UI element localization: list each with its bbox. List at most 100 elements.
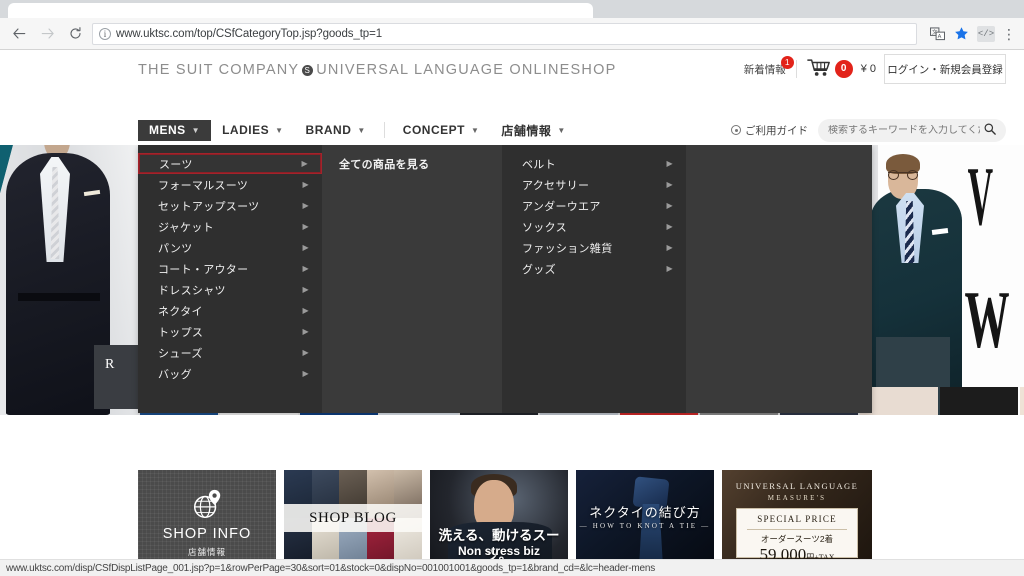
gnav-item-mens[interactable]: MENS ▼ xyxy=(138,119,212,141)
menu-item-view-all-products[interactable]: 全ての商品を見る xyxy=(322,153,502,174)
menu-item-setup-suits[interactable]: セットアップスーツ ▶ xyxy=(138,195,322,216)
menu-item-pants[interactable]: パンツ ▶ xyxy=(138,237,322,258)
menu-item-label: ドレスシャツ xyxy=(158,284,226,297)
hero-carousel[interactable]: R V W スーツ ▶ フォーマルスーツ ▶ セットアップスーツ ▶ ジャケット… xyxy=(0,145,1024,415)
menu-item-label: アンダーウエア xyxy=(522,200,601,213)
site-logo[interactable]: THE SUIT COMPANY S UNIVERSAL LANGUAGE ONLI… xyxy=(138,62,616,78)
menu-item-label: シューズ xyxy=(158,347,203,360)
forward-button[interactable] xyxy=(36,23,58,45)
menu-item-dress-shirts[interactable]: ドレスシャツ ▶ xyxy=(138,279,322,300)
carousel-thumbnail[interactable] xyxy=(1020,387,1024,415)
menu-item-suits[interactable]: スーツ ▶ xyxy=(138,153,322,174)
banner-shop-blog[interactable]: SHOP BLOG xyxy=(284,470,422,566)
browser-tab-active[interactable] xyxy=(8,3,593,18)
svg-text:A: A xyxy=(938,34,942,40)
menu-item-bags[interactable]: バッグ ▶ xyxy=(138,363,322,384)
page-viewport: THE SUIT COMPANY S UNIVERSAL LANGUAGE ONLI… xyxy=(0,50,1024,576)
hero-left-card: R xyxy=(94,345,138,409)
menu-item-belts[interactable]: ベルト ▶ xyxy=(502,153,686,174)
gnav-item-ladies[interactable]: LADIES ▼ xyxy=(211,120,294,141)
menu-item-label: バッグ xyxy=(158,368,192,381)
login-register-button[interactable]: ログイン・新規会員登録 xyxy=(884,54,1006,84)
chevron-down-icon: ▼ xyxy=(357,125,366,135)
hero-image-left[interactable]: R xyxy=(0,145,140,415)
menu-item-label: グッズ xyxy=(522,263,556,276)
guide-icon xyxy=(731,125,741,135)
brand-name-secondary: UNIVERSAL LANGUAGE ONLINESHOP xyxy=(316,62,617,78)
cart-total-price: ¥ 0 xyxy=(860,63,876,75)
banner-non-stress-biz[interactable]: 洗える、動けるスーツ。 Non stress biz xyxy=(430,470,568,566)
hero-left-figure: R xyxy=(0,145,140,415)
address-bar[interactable]: i www.uktsc.com/top/CSfCategoryTop.jsp?g… xyxy=(92,22,917,45)
banner-shop-info[interactable]: SHOP INFO 店舗情報 xyxy=(138,470,276,566)
menu-item-coats-outer[interactable]: コート・アウター ▶ xyxy=(138,258,322,279)
site-header: THE SUIT COMPANY S UNIVERSAL LANGUAGE ONLI… xyxy=(0,50,1024,115)
mega-menu-column-2-list: 全ての商品を見る xyxy=(322,145,502,174)
cart-link[interactable]: 0 ¥ 0 xyxy=(806,58,876,80)
menu-item-label: パンツ xyxy=(158,242,193,255)
menu-item-formal-suits[interactable]: フォーマルスーツ ▶ xyxy=(138,174,322,195)
menu-item-goods[interactable]: グッズ ▶ xyxy=(502,258,686,279)
menu-item-label: フォーマルスーツ xyxy=(158,179,249,192)
reload-button[interactable] xyxy=(64,23,86,45)
menu-item-shoes[interactable]: シューズ ▶ xyxy=(138,342,322,363)
menu-item-jackets[interactable]: ジャケット ▶ xyxy=(138,216,322,237)
menu-pointer-notch xyxy=(156,145,174,146)
mens-mega-menu: スーツ ▶ フォーマルスーツ ▶ セットアップスーツ ▶ ジャケット ▶ パンツ… xyxy=(138,145,872,413)
search-icon[interactable] xyxy=(984,123,996,138)
mega-menu-column-3: ベルト ▶ アクセサリー ▶ アンダーウエア ▶ ソックス ▶ ファッション雑貨… xyxy=(502,145,686,413)
chevron-right-icon: ▶ xyxy=(666,222,673,231)
gnav-label-concept: CONCEPT xyxy=(402,123,465,137)
menu-item-socks[interactable]: ソックス ▶ xyxy=(502,216,686,237)
extension-icon[interactable]: </> xyxy=(977,25,995,42)
bookmark-star-icon[interactable] xyxy=(953,25,970,42)
kebab-menu-icon[interactable]: ⋮ xyxy=(1002,27,1016,41)
info-icon[interactable]: i xyxy=(99,27,111,40)
gnav-label-brand: BRAND xyxy=(305,123,352,137)
mega-menu-column-4 xyxy=(686,145,872,413)
user-guide-label: ご利用ガイド xyxy=(745,124,808,137)
banner-subtitle: Non stress biz xyxy=(457,544,541,558)
gnav-item-shop-info[interactable]: 店舗情報 ▼ xyxy=(490,120,576,141)
status-bar: www.uktsc.com/disp/CSfDispListPage_001.j… xyxy=(0,559,1024,576)
login-register-label: ログイン・新規会員登録 xyxy=(887,63,1003,76)
back-button[interactable] xyxy=(8,23,30,45)
gnav-item-brand[interactable]: BRAND ▼ xyxy=(295,120,377,141)
gnav-label-ladies: LADIES xyxy=(222,123,270,137)
chevron-down-icon: ▼ xyxy=(557,125,566,135)
chevron-right-icon: ▶ xyxy=(666,264,673,273)
menu-item-label: ネクタイ xyxy=(158,305,203,318)
menu-item-label: セットアップスーツ xyxy=(158,200,260,213)
menu-item-accessories[interactable]: アクセサリー ▶ xyxy=(502,174,686,195)
search-input[interactable] xyxy=(828,124,980,136)
translate-icon[interactable]: 文 A xyxy=(929,25,946,42)
price-card-divider xyxy=(747,529,847,530)
menu-item-fashion-goods[interactable]: ファッション雑貨 ▶ xyxy=(502,237,686,258)
mega-menu-column-1-list: スーツ ▶ フォーマルスーツ ▶ セットアップスーツ ▶ ジャケット ▶ パンツ… xyxy=(138,145,322,384)
menu-item-underwear[interactable]: アンダーウエア ▶ xyxy=(502,195,686,216)
gnav-divider xyxy=(383,122,385,138)
menu-item-label: アクセサリー xyxy=(522,179,590,192)
gnav-right-area: ご利用ガイド xyxy=(731,115,1006,145)
menu-item-label: ジャケット xyxy=(158,221,214,234)
banner-title: SHOP BLOG xyxy=(284,504,422,532)
hero-image-right[interactable]: V W xyxy=(870,145,1024,415)
header-divider xyxy=(795,60,797,78)
banner-section: SHOP INFO 店舗情報 SHOP BLOG 洗える、動けるスーツ。 Non… xyxy=(0,448,1024,576)
price-card: SPECIAL PRICE オーダースーツ2着 59,000円+TAX xyxy=(736,508,858,564)
chevron-right-icon: ▶ xyxy=(302,285,309,294)
chevron-right-icon: ▶ xyxy=(302,369,309,378)
banner-order-suit-special-price[interactable]: UNIVERSAL LANGUAGE MEASURE'S SPECIAL PRI… xyxy=(722,470,872,566)
user-guide-link[interactable]: ご利用ガイド xyxy=(731,123,808,138)
chevron-right-icon: ▶ xyxy=(666,201,673,210)
menu-item-tops[interactable]: トップス ▶ xyxy=(138,321,322,342)
model-belt xyxy=(18,293,100,301)
menu-item-label: ベルト xyxy=(522,158,556,171)
banner-how-to-knot-a-tie[interactable]: ネクタイの結び方 — HOW TO KNOT A TIE — xyxy=(576,470,714,566)
menu-item-neckties[interactable]: ネクタイ ▶ xyxy=(138,300,322,321)
search-box[interactable] xyxy=(818,118,1006,142)
gnav-item-concept[interactable]: CONCEPT ▼ xyxy=(392,120,491,141)
hero-letter-w: W xyxy=(964,274,1010,365)
news-link[interactable]: 新着情報 1 xyxy=(744,55,794,77)
carousel-thumbnail[interactable] xyxy=(940,387,1018,415)
